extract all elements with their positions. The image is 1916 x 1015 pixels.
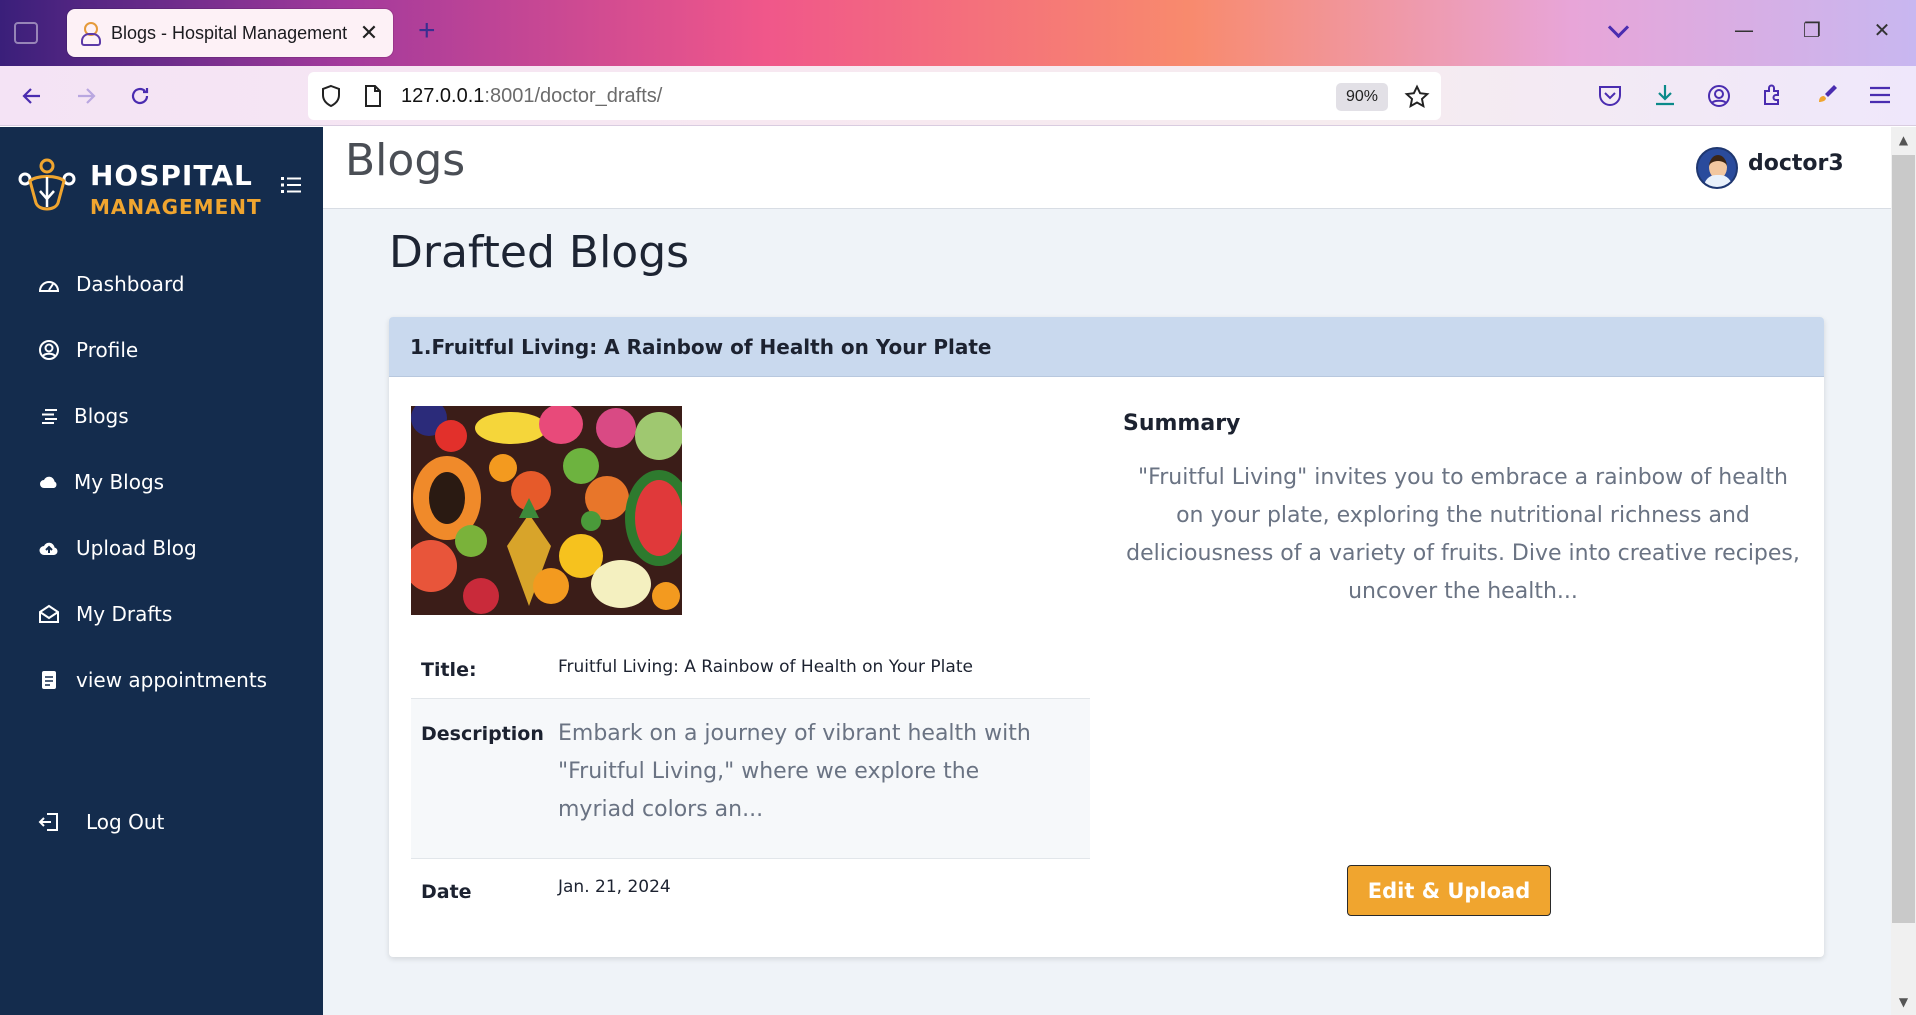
list-all-tabs-icon[interactable]	[1608, 18, 1630, 40]
logout-icon	[36, 809, 62, 835]
date-label: Date	[421, 881, 472, 903]
sidebar-item-label: Blogs	[74, 404, 129, 428]
new-tab-button[interactable]: +	[418, 14, 436, 48]
arrow-left-icon	[22, 88, 40, 104]
url-bar[interactable]: 127.0.0.1:8001/doctor_drafts/ 90%	[308, 72, 1441, 120]
zoom-level-badge[interactable]: 90%	[1336, 83, 1388, 111]
extensions-icon[interactable]	[1760, 82, 1786, 108]
pocket-icon[interactable]	[1597, 84, 1623, 108]
sidebar-item-my-drafts[interactable]: My Drafts	[36, 597, 172, 631]
sidebar-item-label: Dashboard	[76, 272, 185, 296]
page-title: Blogs	[345, 135, 466, 186]
page-scrollbar[interactable]: ▲ ▼	[1891, 127, 1916, 1015]
file-icon	[36, 667, 62, 693]
align-left-icon	[36, 403, 62, 429]
sidebar-item-label: My Drafts	[76, 602, 173, 626]
bookmark-star-icon[interactable]	[1404, 84, 1430, 110]
table-row: Date Jan. 21, 2024	[411, 859, 1090, 925]
hamburger-menu-icon[interactable]	[1868, 84, 1892, 106]
download-icon[interactable]	[1652, 82, 1678, 108]
sidebar-item-dashboard[interactable]: Dashboard	[36, 267, 185, 301]
sidebar-item-blogs[interactable]: Blogs	[36, 399, 129, 433]
scroll-down-icon[interactable]: ▼	[1891, 991, 1916, 1013]
user-circle-icon	[36, 337, 62, 363]
top-header: Blogs doctor3	[323, 127, 1891, 209]
sidebar-item-view-appointments[interactable]: view appointments	[36, 663, 267, 697]
blog-details-table: Title: Fruitful Living: A Rainbow of Hea…	[411, 639, 1090, 925]
reload-icon	[131, 87, 149, 105]
sidebar-item-profile[interactable]: Profile	[36, 333, 138, 367]
cloud-upload-icon	[36, 535, 62, 561]
shield-icon[interactable]	[320, 84, 342, 108]
tab-title: Blogs - Hospital Management	[111, 22, 348, 43]
favicon-icon	[79, 22, 101, 46]
browser-tab-active[interactable]: Blogs - Hospital Management ✕	[67, 9, 393, 57]
window-close-button[interactable]: ✕	[1870, 18, 1894, 42]
sidebar-item-label: Upload Blog	[76, 536, 197, 560]
sidebar-item-label: view appointments	[76, 668, 268, 692]
sidebar: HOSPITAL MANAGEMENT Dashboard Profile Bl…	[0, 127, 323, 1015]
scrollbar-thumb[interactable]	[1892, 155, 1915, 923]
arrow-right-icon	[78, 88, 96, 104]
date-value: Jan. 21, 2024	[558, 877, 671, 897]
page-icon[interactable]	[363, 84, 383, 108]
table-row: Description Embark on a journey of vibra…	[411, 699, 1090, 859]
edit-upload-button[interactable]: Edit & Upload	[1347, 865, 1551, 916]
blog-heading: 1.Fruitful Living: A Rainbow of Health o…	[410, 335, 992, 359]
minimize-button[interactable]: —	[1732, 18, 1756, 42]
browser-tab-bar: Blogs - Hospital Management ✕ + — ❐ ✕	[0, 0, 1916, 66]
url-host: 127.0.0.1	[401, 85, 485, 107]
browser-nav-bar: 127.0.0.1:8001/doctor_drafts/ 90%	[0, 66, 1916, 126]
title-label: Title:	[421, 659, 477, 681]
forward-button[interactable]	[68, 78, 104, 114]
card-header: 1.Fruitful Living: A Rainbow of Health o…	[389, 317, 1824, 377]
sidebar-item-label: My Blogs	[74, 470, 165, 494]
gauge-icon	[36, 271, 62, 297]
logout-label: Log Out	[86, 810, 165, 834]
avatar[interactable]	[1696, 147, 1738, 189]
blog-draft-card: 1.Fruitful Living: A Rainbow of Health o…	[389, 317, 1824, 957]
url-path: :8001/doctor_drafts/	[484, 85, 663, 107]
firefox-view-icon[interactable]	[14, 22, 38, 44]
account-icon[interactable]	[1706, 83, 1732, 109]
summary-text: "Fruitful Living" invites you to embrace…	[1126, 465, 1800, 604]
envelope-open-icon	[36, 601, 62, 627]
description-label: Description	[421, 723, 544, 745]
back-button[interactable]	[14, 78, 50, 114]
brand-name-line2: MANAGEMENT	[90, 195, 262, 219]
hospital-logo-icon	[18, 158, 76, 211]
restore-button[interactable]: ❐	[1800, 18, 1824, 42]
reload-button[interactable]	[122, 78, 158, 114]
table-row: Title: Fruitful Living: A Rainbow of Hea…	[411, 639, 1090, 699]
sidebar-item-label: Profile	[76, 338, 139, 362]
url-text[interactable]: 127.0.0.1:8001/doctor_drafts/	[401, 85, 662, 108]
cloud-icon	[36, 469, 62, 495]
logout-button[interactable]: Log Out	[36, 805, 164, 839]
summary-heading: Summary	[1123, 411, 1241, 436]
main-content: Blogs doctor3 Drafted Blogs 1.Fruitful L…	[323, 127, 1891, 1015]
title-value: Fruitful Living: A Rainbow of Health on …	[558, 657, 973, 677]
brand-logo[interactable]: HOSPITAL MANAGEMENT	[16, 153, 306, 223]
description-value: Embark on a journey of vibrant health wi…	[558, 721, 1031, 822]
sidebar-toggle-icon[interactable]	[280, 175, 302, 195]
section-title: Drafted Blogs	[389, 227, 690, 278]
tab-close-icon[interactable]: ✕	[357, 21, 381, 46]
scroll-up-icon[interactable]: ▲	[1891, 129, 1916, 151]
brand-name-line1: HOSPITAL	[90, 159, 253, 192]
sidebar-item-my-blogs[interactable]: My Blogs	[36, 465, 164, 499]
fruit-photo-icon	[411, 406, 682, 615]
username[interactable]: doctor3	[1748, 151, 1844, 176]
customize-brush-icon[interactable]	[1814, 82, 1840, 108]
blog-image	[411, 406, 682, 615]
sidebar-item-upload-blog[interactable]: Upload Blog	[36, 531, 197, 565]
